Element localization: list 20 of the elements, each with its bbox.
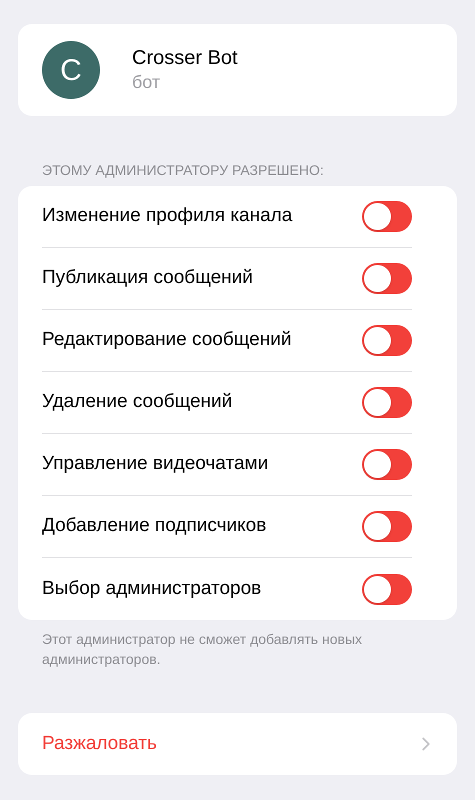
toggle-switch[interactable] — [362, 574, 412, 604]
toggle-switch[interactable] — [362, 201, 412, 232]
toggle-switch[interactable] — [362, 387, 412, 418]
avatar: C — [42, 41, 100, 99]
toggle-switch[interactable] — [362, 511, 412, 542]
bot-name: Crosser Bot — [132, 46, 238, 72]
dismiss-button[interactable]: Разжаловать — [18, 713, 457, 775]
permission-label: Выбор администраторов — [42, 576, 262, 601]
toggle-switch[interactable] — [362, 263, 412, 294]
section-footer: Этот администратор не сможет добавлять новых администраторов. — [42, 629, 417, 669]
permission-label: Добавление подписчиков — [42, 514, 266, 538]
permission-label: Удаление сообщений — [42, 390, 232, 414]
permission-label: Изменение профиля канала — [42, 204, 292, 228]
bot-subtitle: бот — [132, 71, 162, 94]
section-header: ЭТОМУ АДМИНИСТРАТОРУ РАЗРЕШЕНО: — [42, 163, 325, 177]
toggle-switch[interactable] — [362, 325, 412, 356]
toggle-switch[interactable] — [362, 449, 412, 480]
permission-label: Управление видеочатами — [42, 452, 268, 476]
permission-label: Редактирование сообщений — [42, 328, 292, 352]
permission-label: Публикация сообщений — [42, 266, 253, 290]
